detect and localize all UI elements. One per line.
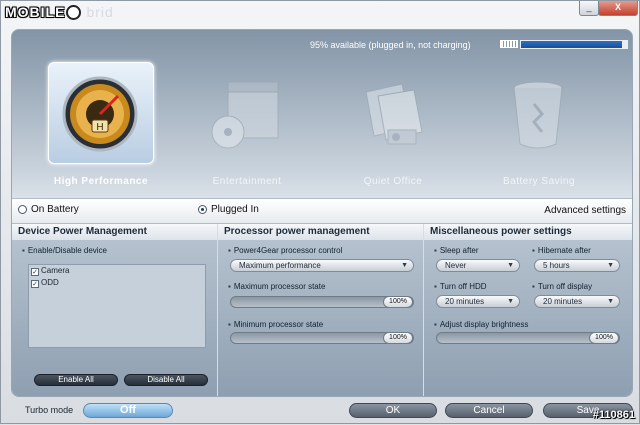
sleep-after-dropdown[interactable]: Never ▼ xyxy=(436,259,520,272)
processor-section: Processor power management Power4Gear pr… xyxy=(218,224,424,396)
slider-handle[interactable]: 100% xyxy=(383,296,413,308)
close-button[interactable]: X xyxy=(598,1,638,16)
battery-level-fill xyxy=(521,41,622,48)
section-title: Processor power management xyxy=(218,224,423,240)
radio-button-icon xyxy=(18,205,27,214)
section-title: Device Power Management xyxy=(12,224,217,240)
enable-disable-label: Enable/Disable device xyxy=(22,246,107,255)
title-bar: MOBILE brid _ X xyxy=(1,1,640,29)
battery-status-text: 95% available (plugged in, not charging) xyxy=(310,40,471,50)
device-item-odd[interactable]: ✓ ODD xyxy=(29,277,205,289)
device-power-section: Device Power Management Enable/Disable d… xyxy=(12,224,218,396)
turbo-mode-toggle[interactable]: Off xyxy=(83,403,173,418)
slider-handle[interactable]: 100% xyxy=(383,332,413,344)
slider-handle[interactable]: 100% xyxy=(589,332,619,344)
min-processor-state-slider[interactable]: 100% xyxy=(230,332,414,344)
mode-label: Entertainment xyxy=(212,176,282,187)
clapperboard-disc-icon xyxy=(211,81,279,149)
cancel-button[interactable]: Cancel xyxy=(445,403,533,418)
mobile01-logo: MOBILE brid xyxy=(5,4,114,20)
svg-text:H: H xyxy=(96,122,103,133)
device-list: ✓ Camera ✓ ODD xyxy=(28,264,206,348)
max-processor-state-slider[interactable]: 100% xyxy=(230,296,414,308)
processor-control-label: Power4Gear processor control xyxy=(228,246,343,255)
logo-circle-icon xyxy=(66,5,82,20)
section-title: Miscellaneous power settings xyxy=(424,224,632,240)
checkbox-icon[interactable]: ✓ xyxy=(31,280,39,288)
ok-button[interactable]: OK xyxy=(349,403,437,418)
enable-all-button[interactable]: Enable All xyxy=(34,374,118,386)
mode-entertainment[interactable]: Entertainment xyxy=(192,62,302,187)
chevron-down-icon: ▼ xyxy=(507,262,514,269)
advanced-settings-link[interactable]: Advanced settings xyxy=(544,205,626,216)
main-panel: 95% available (plugged in, not charging)… xyxy=(11,29,633,397)
checkbox-icon[interactable]: ✓ xyxy=(31,268,39,276)
power-source-bar: On Battery Plugged In Advanced settings xyxy=(12,198,632,224)
max-processor-state-label: Maximum processor state xyxy=(228,282,326,291)
device-item-camera[interactable]: ✓ Camera xyxy=(29,265,205,277)
chevron-down-icon: ▼ xyxy=(607,262,614,269)
turn-off-display-dropdown[interactable]: 20 minutes ▼ xyxy=(534,295,620,308)
hibernate-after-label: Hibernate after xyxy=(532,246,591,255)
display-brightness-label: Adjust display brightness xyxy=(434,320,529,329)
turbo-mode-label: Turbo mode xyxy=(25,405,74,415)
radio-button-selected-icon xyxy=(198,205,207,214)
projector-papers-icon xyxy=(365,83,423,145)
plugged-in-radio[interactable]: Plugged In xyxy=(198,204,259,215)
misc-power-section: Miscellaneous power settings Sleep after… xyxy=(424,224,632,396)
speedometer-icon: H xyxy=(62,76,138,152)
chevron-down-icon: ▼ xyxy=(607,298,614,305)
on-battery-radio[interactable]: On Battery xyxy=(18,204,79,215)
processor-control-dropdown[interactable]: Maximum performance ▼ xyxy=(230,259,414,272)
turn-off-hdd-label: Turn off HDD xyxy=(434,282,487,291)
mode-label: High Performance xyxy=(53,176,149,187)
display-brightness-slider[interactable]: 100% xyxy=(436,332,620,344)
mode-high-performance[interactable]: H High Performance xyxy=(46,62,156,187)
disable-all-button[interactable]: Disable All xyxy=(124,374,208,386)
power4gear-window: MOBILE brid _ X 95% available (plugged in… xyxy=(0,0,640,424)
minimize-button[interactable]: _ xyxy=(579,1,599,16)
min-processor-state-label: Minimum processor state xyxy=(228,320,323,329)
battery-level-bar xyxy=(520,40,628,49)
mode-battery-saving[interactable]: Battery Saving xyxy=(484,62,594,187)
chevron-down-icon: ▼ xyxy=(507,298,514,305)
recycle-bin-icon xyxy=(513,81,563,149)
turn-off-hdd-dropdown[interactable]: 20 minutes ▼ xyxy=(436,295,520,308)
mode-quiet-office[interactable]: Quiet Office xyxy=(338,62,448,187)
turn-off-display-label: Turn off display xyxy=(532,282,592,291)
watermark: #110861 xyxy=(592,409,635,421)
sleep-after-label: Sleep after xyxy=(434,246,479,255)
hibernate-after-dropdown[interactable]: 5 hours ▼ xyxy=(534,259,620,272)
footer-bar: Turbo mode Off OK Cancel Save #110861 xyxy=(1,395,640,425)
chevron-down-icon: ▼ xyxy=(401,262,408,269)
mode-label: Battery Saving xyxy=(502,176,576,187)
battery-icon xyxy=(500,40,518,48)
mode-label: Quiet Office xyxy=(363,176,423,187)
